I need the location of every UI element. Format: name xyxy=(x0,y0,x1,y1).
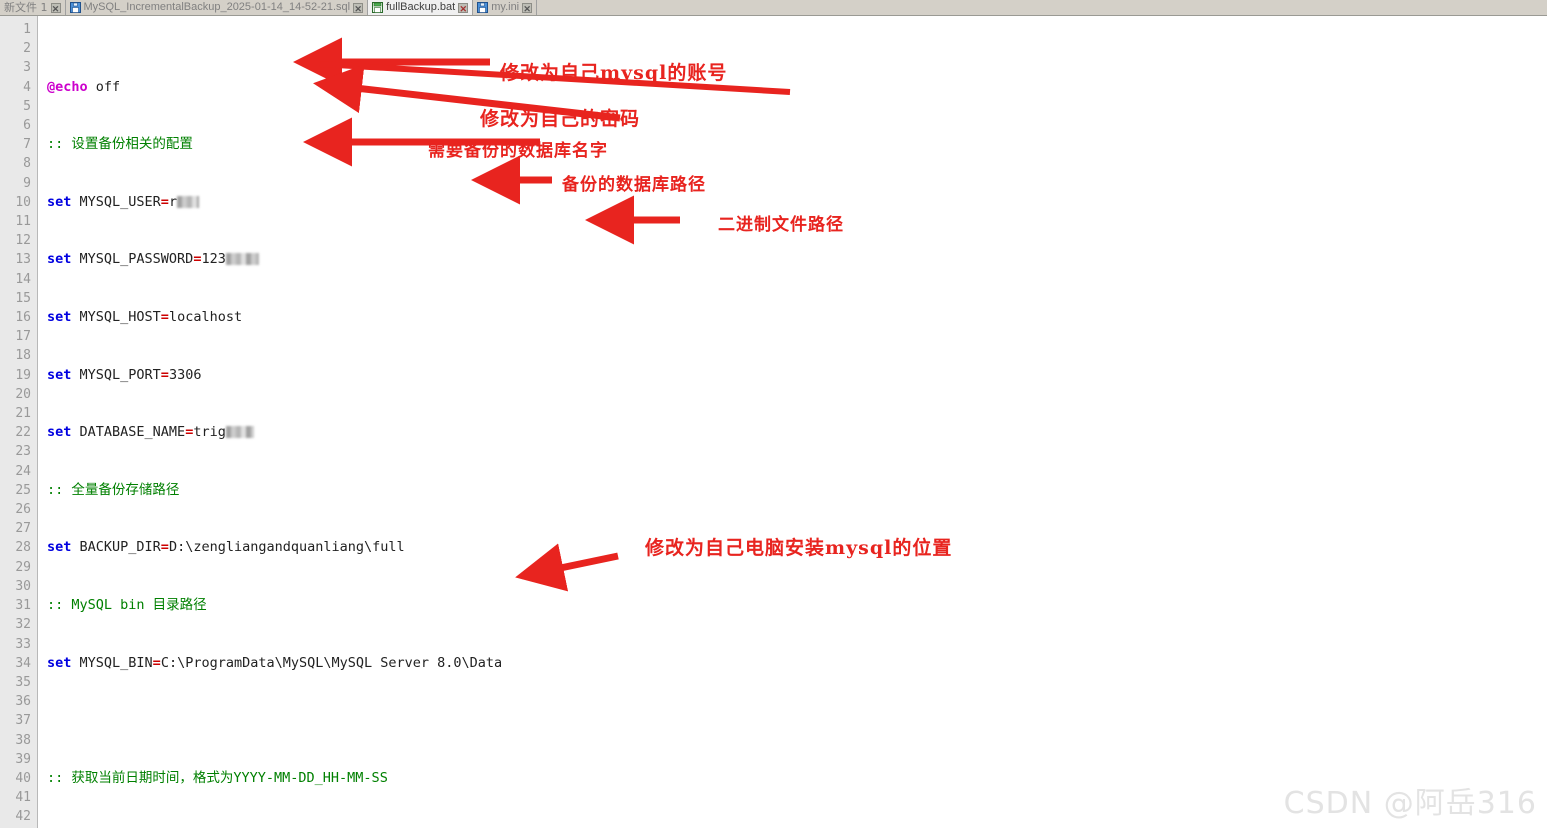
line-number: 21 xyxy=(15,406,31,422)
line-number: 9 xyxy=(23,175,31,191)
line-number: 40 xyxy=(15,770,31,786)
line-number: 12 xyxy=(15,233,31,249)
line-number: 31 xyxy=(15,598,31,614)
save-icon xyxy=(477,2,489,13)
line-number-gutter: 1 2 3 4 5 6 7 8 9 10 11 12 13 14 15 16 17 18 19 20 21 22 23 24 2… xyxy=(0,16,38,828)
code-line-11[interactable]: set MYSQL_BIN=C:\ProgramData\MySQL\MySQL… xyxy=(47,654,1547,673)
tab-my-ini[interactable]: my.ini ✕ xyxy=(473,0,538,15)
line-number: 26 xyxy=(15,502,31,518)
redacted-block xyxy=(177,195,200,208)
code-line-8[interactable]: :: 全量备份存储路径 xyxy=(47,481,1547,500)
line-number: 1 xyxy=(23,22,31,37)
tab-label: my.ini xyxy=(491,1,520,13)
line-number: 25 xyxy=(15,482,31,498)
line-number: 30 xyxy=(15,578,31,594)
tab-label: fullBackup.bat xyxy=(386,1,456,13)
line-number: 2 xyxy=(23,41,31,57)
tab-fullbackup-bat[interactable]: fullBackup.bat ✕ xyxy=(368,0,474,15)
line-number: 8 xyxy=(23,156,31,172)
line-number: 27 xyxy=(15,521,31,537)
close-icon[interactable]: ✕ xyxy=(353,2,364,14)
line-number: 18 xyxy=(15,348,31,364)
line-number: 22 xyxy=(15,425,31,441)
line-number: 16 xyxy=(15,310,31,326)
line-number: 32 xyxy=(15,617,31,633)
tab-new-file-1[interactable]: 新文件 1 ✕ xyxy=(0,0,66,15)
save-icon xyxy=(372,2,384,13)
notepadpp-window: 新文件 1 ✕ MySQL_IncrementalBackup_2025-01-… xyxy=(0,0,1547,828)
tab-label: MySQL_IncrementalBackup_2025-01-14_14-52… xyxy=(83,1,351,13)
code-line-10[interactable]: :: MySQL bin 目录路径 xyxy=(47,596,1547,615)
line-number: 29 xyxy=(15,559,31,575)
line-number: 35 xyxy=(15,674,31,690)
line-number: 5 xyxy=(23,98,31,114)
line-number: 20 xyxy=(15,386,31,402)
code-line-7[interactable]: set DATABASE_NAME=trig xyxy=(47,423,1547,442)
code-line-2[interactable]: :: 设置备份相关的配置 xyxy=(47,135,1547,154)
save-icon xyxy=(69,2,81,13)
line-number: 38 xyxy=(15,732,31,748)
line-number: 23 xyxy=(15,444,31,460)
line-number: 28 xyxy=(15,540,31,556)
code-line-5[interactable]: set MYSQL_HOST=localhost xyxy=(47,308,1547,327)
line-number: 24 xyxy=(15,463,31,479)
line-number: 15 xyxy=(15,290,31,306)
line-number: 17 xyxy=(15,329,31,345)
csdn-watermark: CSDN @阿岳316 xyxy=(1283,786,1537,821)
code-line-4[interactable]: set MYSQL_PASSWORD=123 xyxy=(47,250,1547,269)
line-number: 7 xyxy=(23,137,31,153)
redacted-block xyxy=(225,253,259,266)
line-number: 13 xyxy=(15,252,31,268)
line-number: 41 xyxy=(15,790,31,806)
line-number: 33 xyxy=(15,636,31,652)
code-line-9[interactable]: set BACKUP_DIR=D:\zengliangandquanliang\… xyxy=(47,538,1547,557)
close-icon[interactable]: ✕ xyxy=(458,2,469,14)
line-number: 42 xyxy=(15,809,31,825)
close-icon[interactable]: ✕ xyxy=(50,2,61,14)
code-line-1[interactable]: @echo off xyxy=(47,78,1547,97)
tab-label: 新文件 1 xyxy=(4,1,48,14)
tab-bar: 新文件 1 ✕ MySQL_IncrementalBackup_2025-01-… xyxy=(0,0,1547,16)
line-number: 6 xyxy=(23,118,31,134)
line-number: 34 xyxy=(15,655,31,671)
line-number: 3 xyxy=(23,60,31,76)
line-number: 14 xyxy=(15,271,31,287)
line-number: 39 xyxy=(15,751,31,767)
redacted-block xyxy=(225,426,254,439)
line-number: 4 xyxy=(23,79,31,95)
code-line-6[interactable]: set MYSQL_PORT=3306 xyxy=(47,366,1547,385)
line-number: 11 xyxy=(15,214,31,230)
code-area[interactable]: @echo off :: 设置备份相关的配置 set MYSQL_USER=r … xyxy=(38,16,1547,828)
code-editor[interactable]: 1 2 3 4 5 6 7 8 9 10 11 12 13 14 15 16 17 18 19 20 21 22 23 24 2… xyxy=(0,16,1547,828)
line-number: 36 xyxy=(15,694,31,710)
tab-mysql-incremental-backup-sql[interactable]: MySQL_IncrementalBackup_2025-01-14_14-52… xyxy=(65,0,369,15)
line-number: 10 xyxy=(15,194,31,210)
close-icon[interactable]: ✕ xyxy=(522,2,533,14)
code-line-3[interactable]: set MYSQL_USER=r xyxy=(47,193,1547,212)
code-line-12[interactable] xyxy=(47,711,1547,730)
line-number: 19 xyxy=(15,367,31,383)
line-number: 37 xyxy=(15,713,31,729)
